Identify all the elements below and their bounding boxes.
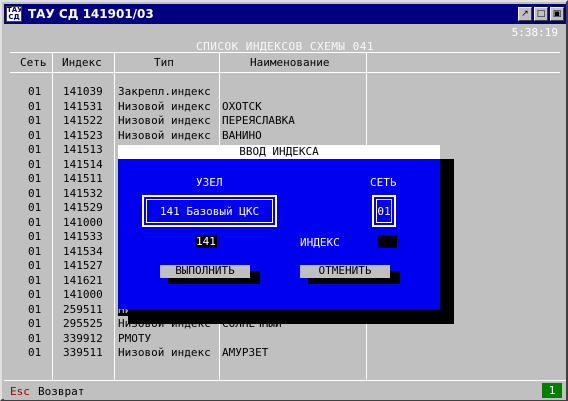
index-input[interactable]: 141 bbox=[195, 235, 217, 248]
cell-index: 141531 bbox=[63, 99, 103, 113]
cell-name: ОХОТСК bbox=[222, 99, 262, 113]
index-input-dialog: ВВОД ИНДЕКСА УЗЕЛ СЕТЬ 141 Базовый ЦКС 0… bbox=[118, 145, 440, 309]
cell-type: Закрепл.индекс bbox=[118, 85, 211, 98]
header-type: Тип bbox=[154, 56, 174, 69]
cell-net: 01 bbox=[28, 302, 42, 316]
header-name: Наименование bbox=[250, 56, 330, 69]
cell-index: 141000 bbox=[63, 288, 103, 301]
cell-net: 01 bbox=[28, 157, 42, 171]
header-divider bbox=[10, 52, 560, 53]
status-bar: Esc Возврат 1 bbox=[4, 380, 566, 400]
cell-index: 295525 bbox=[63, 317, 103, 330]
cell-index: 141523 bbox=[63, 128, 103, 142]
table-row[interactable]: 01 339511 Низовой индекс АМУРЗЕТ bbox=[6, 346, 564, 359]
table-row[interactable]: 01 141523 Низовой индекс ВАНИНО bbox=[6, 129, 564, 142]
cell-net: 01 bbox=[28, 186, 42, 200]
app-icon: ТАУ СД bbox=[6, 6, 22, 22]
cell-type: Низовой индекс bbox=[118, 99, 211, 113]
cell-net: 01 bbox=[28, 331, 42, 345]
index-label: ИНДЕКС bbox=[300, 236, 340, 249]
cell-type: Низовой индекс bbox=[118, 128, 211, 142]
cell-net: 01 bbox=[28, 317, 42, 330]
net-label: СЕТЬ bbox=[370, 176, 397, 189]
cell-index: 339912 bbox=[63, 331, 103, 345]
cell-net: 01 bbox=[28, 85, 42, 98]
cell-index: 141621 bbox=[63, 273, 103, 287]
maximize-icon[interactable]: ▣ bbox=[550, 7, 564, 21]
table-row[interactable]: 01 141522 Низовой индекс ПЕРЕЯСЛАВКА bbox=[6, 114, 564, 127]
header-net: Сеть bbox=[20, 56, 47, 69]
cell-index: 141529 bbox=[63, 201, 103, 214]
cell-type: Низовой индекс bbox=[118, 346, 211, 359]
cell-net: 01 bbox=[28, 99, 42, 113]
cell-type: Низовой индекс bbox=[118, 114, 211, 127]
app-window: ТАУ СД ТАУ СД 141901/03 ↗ □ ▣ 5:38:19 СП… bbox=[0, 0, 568, 401]
net-value: 01 bbox=[377, 204, 391, 218]
page-badge: 1 bbox=[542, 383, 562, 398]
minimize-icon[interactable]: □ bbox=[534, 7, 548, 21]
cell-net: 01 bbox=[28, 172, 42, 185]
cell-net: 01 bbox=[28, 288, 42, 301]
node-value: 141 Базовый ЦКС bbox=[159, 204, 260, 218]
window-title: ТАУ СД 141901/03 bbox=[28, 7, 154, 21]
dialog-title: ВВОД ИНДЕКСА bbox=[118, 145, 440, 159]
index-extra-input[interactable] bbox=[377, 235, 397, 248]
cell-net: 01 bbox=[28, 128, 42, 142]
cell-net: 01 bbox=[28, 273, 42, 287]
cell-index: 141039 bbox=[63, 85, 103, 98]
cell-name: ПЕРЕЯСЛАВКА bbox=[222, 114, 295, 127]
table-row[interactable]: 01 339912 РМОТУ bbox=[6, 332, 564, 345]
cell-type: РМОТУ bbox=[118, 331, 152, 345]
cell-name: АМУРЗЕТ bbox=[222, 346, 269, 359]
title-bar[interactable]: ТАУ СД ТАУ СД 141901/03 ↗ □ ▣ bbox=[4, 4, 566, 24]
cell-net: 01 bbox=[28, 114, 42, 127]
cell-index: 141527 bbox=[63, 259, 103, 272]
cancel-button[interactable]: ОТМЕНИТЬ bbox=[300, 265, 390, 278]
cell-index: 141513 bbox=[63, 143, 103, 156]
cell-net: 01 bbox=[28, 201, 42, 214]
header-index: Индекс bbox=[62, 56, 102, 69]
node-label: УЗЕЛ bbox=[196, 176, 223, 189]
net-field[interactable]: 01 bbox=[372, 195, 396, 227]
execute-button[interactable]: ВЫПОЛНИТЬ bbox=[160, 265, 250, 278]
clock: 5:38:19 bbox=[511, 26, 558, 39]
cell-net: 01 bbox=[28, 259, 42, 272]
cell-net: 01 bbox=[28, 244, 42, 258]
esc-key[interactable]: Esc bbox=[10, 385, 30, 398]
cell-index: 339511 bbox=[63, 346, 103, 359]
cell-index: 141534 bbox=[63, 244, 103, 258]
table-row[interactable]: 01 141039 Закрепл.индекс bbox=[6, 85, 564, 98]
cell-index: 259511 bbox=[63, 302, 103, 316]
cell-index: 141533 bbox=[63, 230, 103, 243]
cell-index: 141532 bbox=[63, 186, 103, 200]
back-label[interactable]: Возврат bbox=[38, 385, 84, 398]
cell-index: 141514 bbox=[63, 157, 103, 171]
cell-name: ВАНИНО bbox=[222, 128, 262, 142]
cell-index: 141511 bbox=[63, 172, 103, 185]
cell-index: 141522 bbox=[63, 114, 103, 127]
table-row[interactable]: 01 141531 Низовой индекс ОХОТСК bbox=[6, 100, 564, 113]
cell-net: 01 bbox=[28, 346, 42, 359]
header-divider bbox=[10, 72, 560, 73]
cell-index: 141000 bbox=[63, 215, 103, 229]
cell-net: 01 bbox=[28, 215, 42, 229]
node-field[interactable]: 141 Базовый ЦКС bbox=[142, 195, 277, 227]
cell-net: 01 bbox=[28, 230, 42, 243]
cell-net: 01 bbox=[28, 143, 42, 156]
restore-icon[interactable]: ↗ bbox=[518, 7, 532, 21]
